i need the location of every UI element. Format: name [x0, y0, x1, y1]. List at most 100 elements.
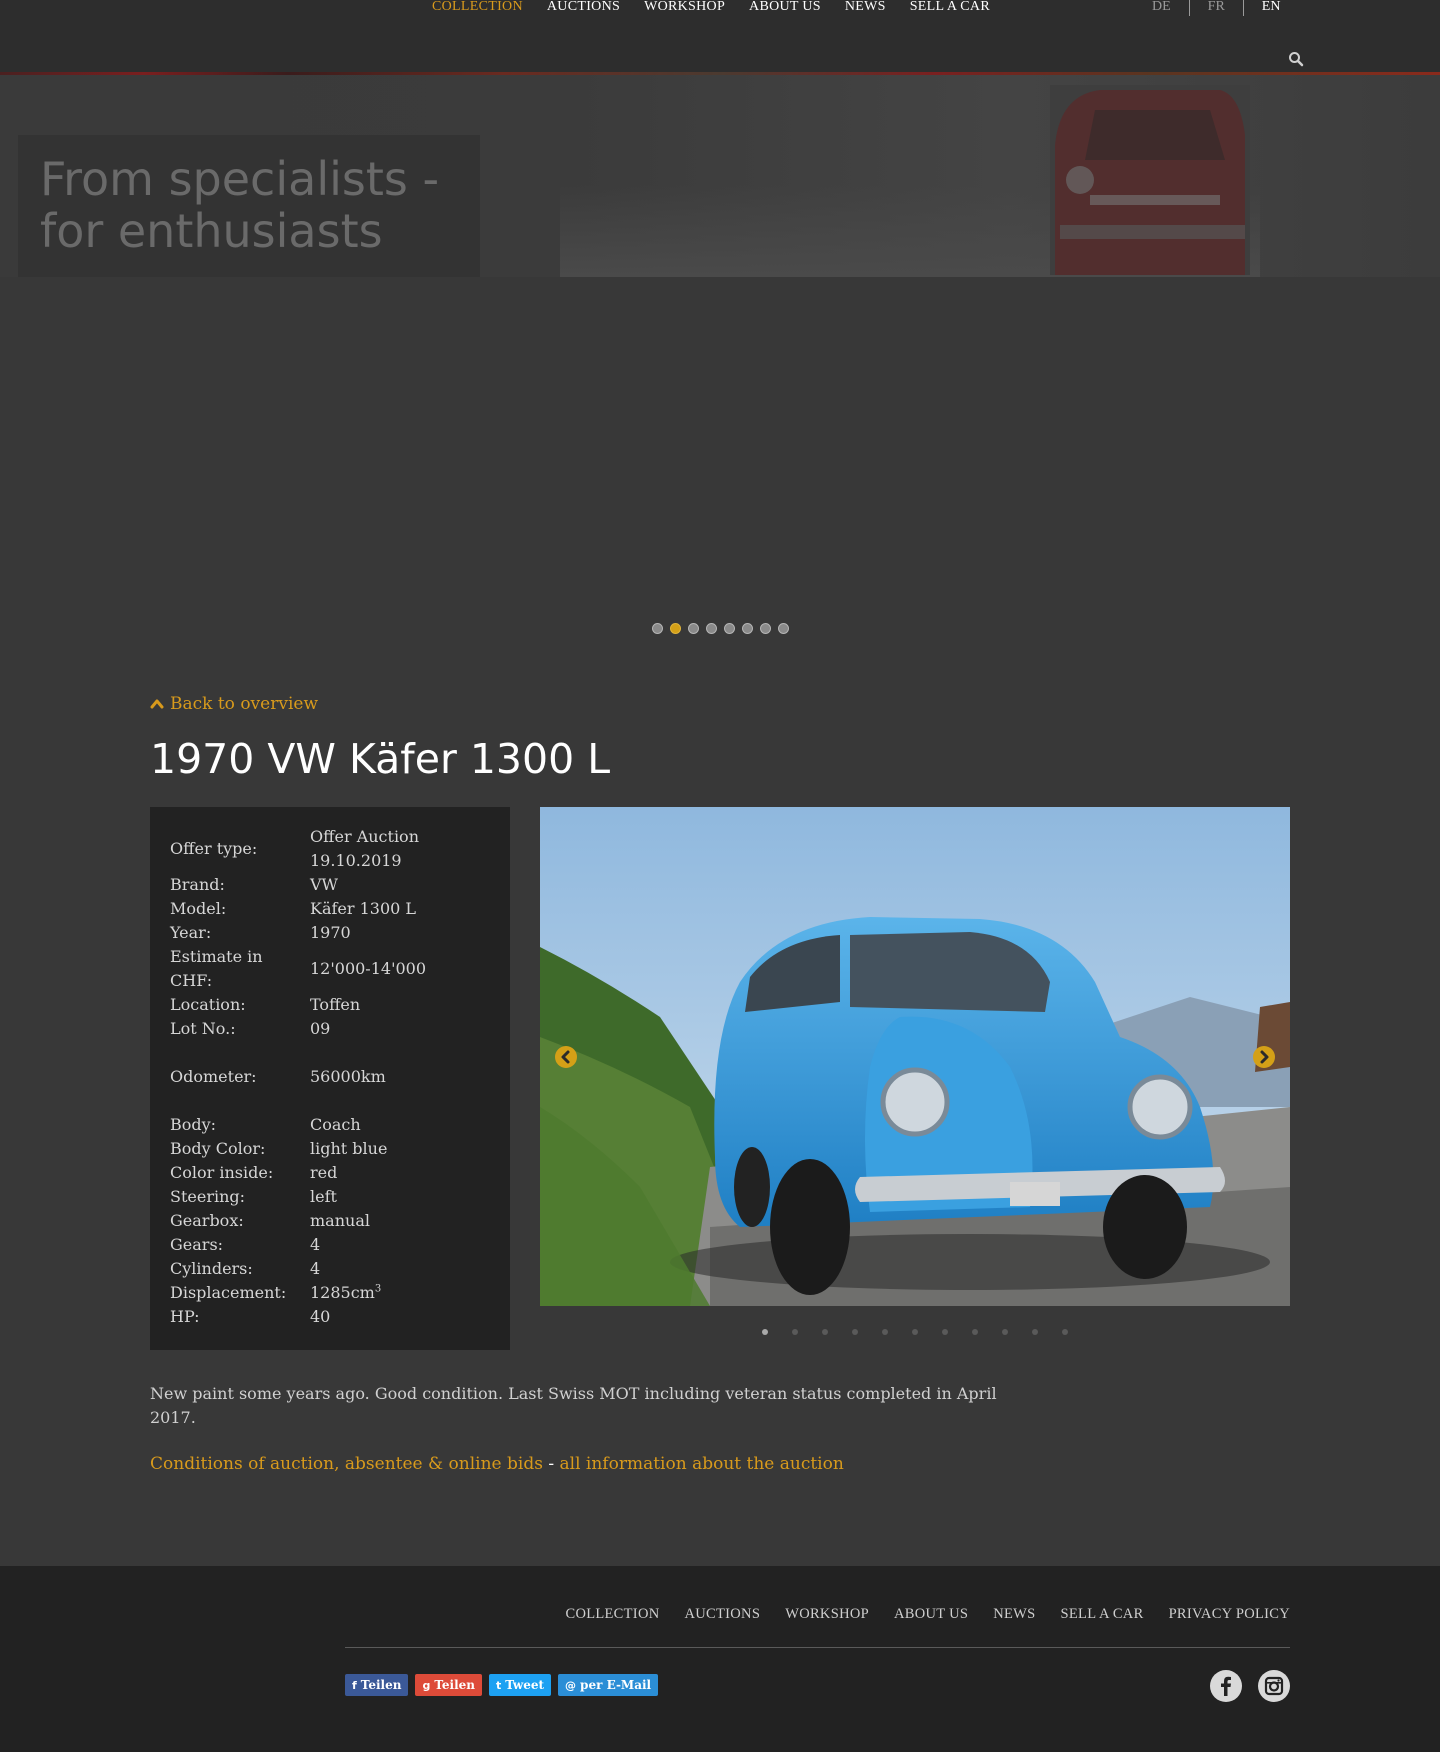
- listing-description: New paint some years ago. Good condition…: [150, 1384, 997, 1427]
- hero-car-image: [1050, 85, 1250, 275]
- gallery-dot[interactable]: [882, 1329, 888, 1335]
- nav-news[interactable]: NEWS: [845, 0, 886, 16]
- share-buttons: f Teilen g Teilen t Tweet @ per E-Mail: [345, 1674, 659, 1696]
- footer-nav: COLLECTION AUCTIONS WORKSHOP ABOUT US NE…: [540, 1606, 1290, 1623]
- spec-label: Odometer:: [170, 1067, 257, 1086]
- gallery-prev-button[interactable]: [555, 1046, 577, 1068]
- gallery-dot[interactable]: [1062, 1329, 1068, 1335]
- gallery-dot[interactable]: [822, 1329, 828, 1335]
- share-twitter-button[interactable]: t Tweet: [489, 1674, 552, 1696]
- spec-label: Cylinders:: [170, 1259, 253, 1278]
- spec-value: 56000km: [310, 1067, 386, 1086]
- site-footer: COLLECTION AUCTIONS WORKSHOP ABOUT US NE…: [0, 1566, 1440, 1752]
- spec-value-wrap: 1285cm3: [310, 1281, 490, 1305]
- spec-row-year: Year: 1970: [170, 921, 490, 945]
- spec-label: Steering:: [170, 1187, 246, 1206]
- share-label: per E-Mail: [580, 1678, 652, 1692]
- hero-slider-dots: [652, 623, 789, 634]
- spec-value: 4: [310, 1259, 321, 1278]
- spec-value: red: [310, 1163, 338, 1182]
- spec-value: manual: [310, 1211, 370, 1230]
- facebook-icon: f: [352, 1678, 357, 1692]
- spec-row-body-color: Body Color: light blue: [170, 1137, 490, 1161]
- spec-row-offer-type: Offer type: Offer Auction 19.10.2019: [170, 825, 490, 873]
- link-separator: -: [542, 1454, 560, 1474]
- spec-row-cylinders: Cylinders: 4: [170, 1257, 490, 1281]
- footer-nav-privacy-policy[interactable]: PRIVACY POLICY: [1169, 1606, 1290, 1623]
- nav-auctions[interactable]: AUCTIONS: [547, 0, 620, 16]
- share-email-button[interactable]: @ per E-Mail: [558, 1674, 659, 1696]
- slider-dot[interactable]: [778, 623, 789, 634]
- slider-dot[interactable]: [688, 623, 699, 634]
- hero-caption-text: From specialists - for enthusiasts: [40, 152, 440, 258]
- spec-label: Gears:: [170, 1235, 224, 1254]
- spec-label: Lot No.:: [170, 1019, 236, 1038]
- spec-label: Location:: [170, 995, 246, 1014]
- nav-about-us[interactable]: ABOUT US: [749, 0, 821, 16]
- lang-en[interactable]: EN: [1242, 0, 1280, 16]
- spec-value: 12'000-14'000: [310, 959, 426, 978]
- language-switcher: DE FR EN: [1152, 0, 1280, 16]
- footer-nav-auctions[interactable]: AUCTIONS: [684, 1606, 760, 1623]
- lang-fr[interactable]: FR: [1188, 0, 1243, 16]
- spec-value: light blue: [310, 1139, 388, 1158]
- auction-info-link[interactable]: all information about the auction: [560, 1454, 844, 1474]
- google-plus-icon: g: [422, 1678, 431, 1692]
- gallery-dot-active[interactable]: [762, 1329, 768, 1335]
- instagram-icon[interactable]: [1258, 1670, 1290, 1702]
- auction-links: Conditions of auction, absentee & online…: [150, 1454, 844, 1474]
- slider-dot[interactable]: [652, 623, 663, 634]
- back-to-overview-link[interactable]: Back to overview: [150, 694, 318, 714]
- nav-workshop[interactable]: WORKSHOP: [644, 0, 725, 16]
- footer-divider: [345, 1647, 1290, 1648]
- spec-row-odometer: Odometer: 56000km: [170, 1065, 490, 1089]
- spec-value: 09: [310, 1019, 331, 1038]
- spec-label: Body Color:: [170, 1139, 266, 1158]
- share-label: Teilen: [360, 1678, 402, 1692]
- footer-nav-collection[interactable]: COLLECTION: [565, 1606, 659, 1623]
- spec-row-gears: Gears: 4: [170, 1233, 490, 1257]
- photo-gallery[interactable]: [540, 807, 1290, 1306]
- back-link-label: Back to overview: [170, 694, 319, 714]
- hero-banner: From specialists - for enthusiasts: [0, 75, 1440, 277]
- spec-label: Offer type:: [170, 839, 258, 858]
- slider-dot[interactable]: [742, 623, 753, 634]
- gallery-dot[interactable]: [942, 1329, 948, 1335]
- footer-nav-workshop[interactable]: WORKSHOP: [785, 1606, 869, 1623]
- spec-row-lot-no: Lot No.: 09: [170, 1017, 490, 1041]
- spec-row-steering: Steering: left: [170, 1185, 490, 1209]
- slider-dot[interactable]: [724, 623, 735, 634]
- facebook-icon[interactable]: [1210, 1670, 1242, 1702]
- spec-row-gearbox: Gearbox: manual: [170, 1209, 490, 1233]
- gallery-dot[interactable]: [972, 1329, 978, 1335]
- nav-sell-a-car[interactable]: SELL A CAR: [910, 0, 990, 16]
- share-label: Teilen: [434, 1678, 476, 1692]
- spec-row-location: Location: Toffen: [170, 993, 490, 1017]
- gallery-dot[interactable]: [1032, 1329, 1038, 1335]
- gallery-next-button[interactable]: [1253, 1046, 1275, 1068]
- spec-value: Coach: [310, 1115, 361, 1134]
- auction-conditions-link[interactable]: Conditions of auction, absentee & online…: [150, 1454, 543, 1474]
- slider-dot[interactable]: [706, 623, 717, 634]
- footer-nav-sell-a-car[interactable]: SELL A CAR: [1061, 1606, 1144, 1623]
- slider-dot[interactable]: [760, 623, 771, 634]
- footer-nav-news[interactable]: NEWS: [993, 1606, 1035, 1623]
- spec-row-brand: Brand: VW: [170, 873, 490, 897]
- spec-value: Käfer 1300 L: [310, 899, 417, 918]
- slider-dot-active[interactable]: [670, 623, 681, 634]
- nav-collection[interactable]: COLLECTION: [432, 0, 523, 16]
- share-google-button[interactable]: g Teilen: [415, 1674, 483, 1696]
- gallery-dot[interactable]: [1002, 1329, 1008, 1335]
- lang-de[interactable]: DE: [1152, 0, 1189, 16]
- spec-label: Displacement:: [170, 1283, 287, 1302]
- share-facebook-button[interactable]: f Teilen: [345, 1674, 409, 1696]
- gallery-dot[interactable]: [792, 1329, 798, 1335]
- spec-label: Body:: [170, 1115, 217, 1134]
- footer-nav-about-us[interactable]: ABOUT US: [894, 1606, 968, 1623]
- gallery-dot[interactable]: [912, 1329, 918, 1335]
- gallery-dot[interactable]: [852, 1329, 858, 1335]
- spec-label: Estimate in CHF:: [170, 947, 263, 990]
- gallery-pagination: [762, 1329, 1068, 1335]
- spec-label: HP:: [170, 1307, 200, 1326]
- search-icon[interactable]: [1288, 51, 1304, 67]
